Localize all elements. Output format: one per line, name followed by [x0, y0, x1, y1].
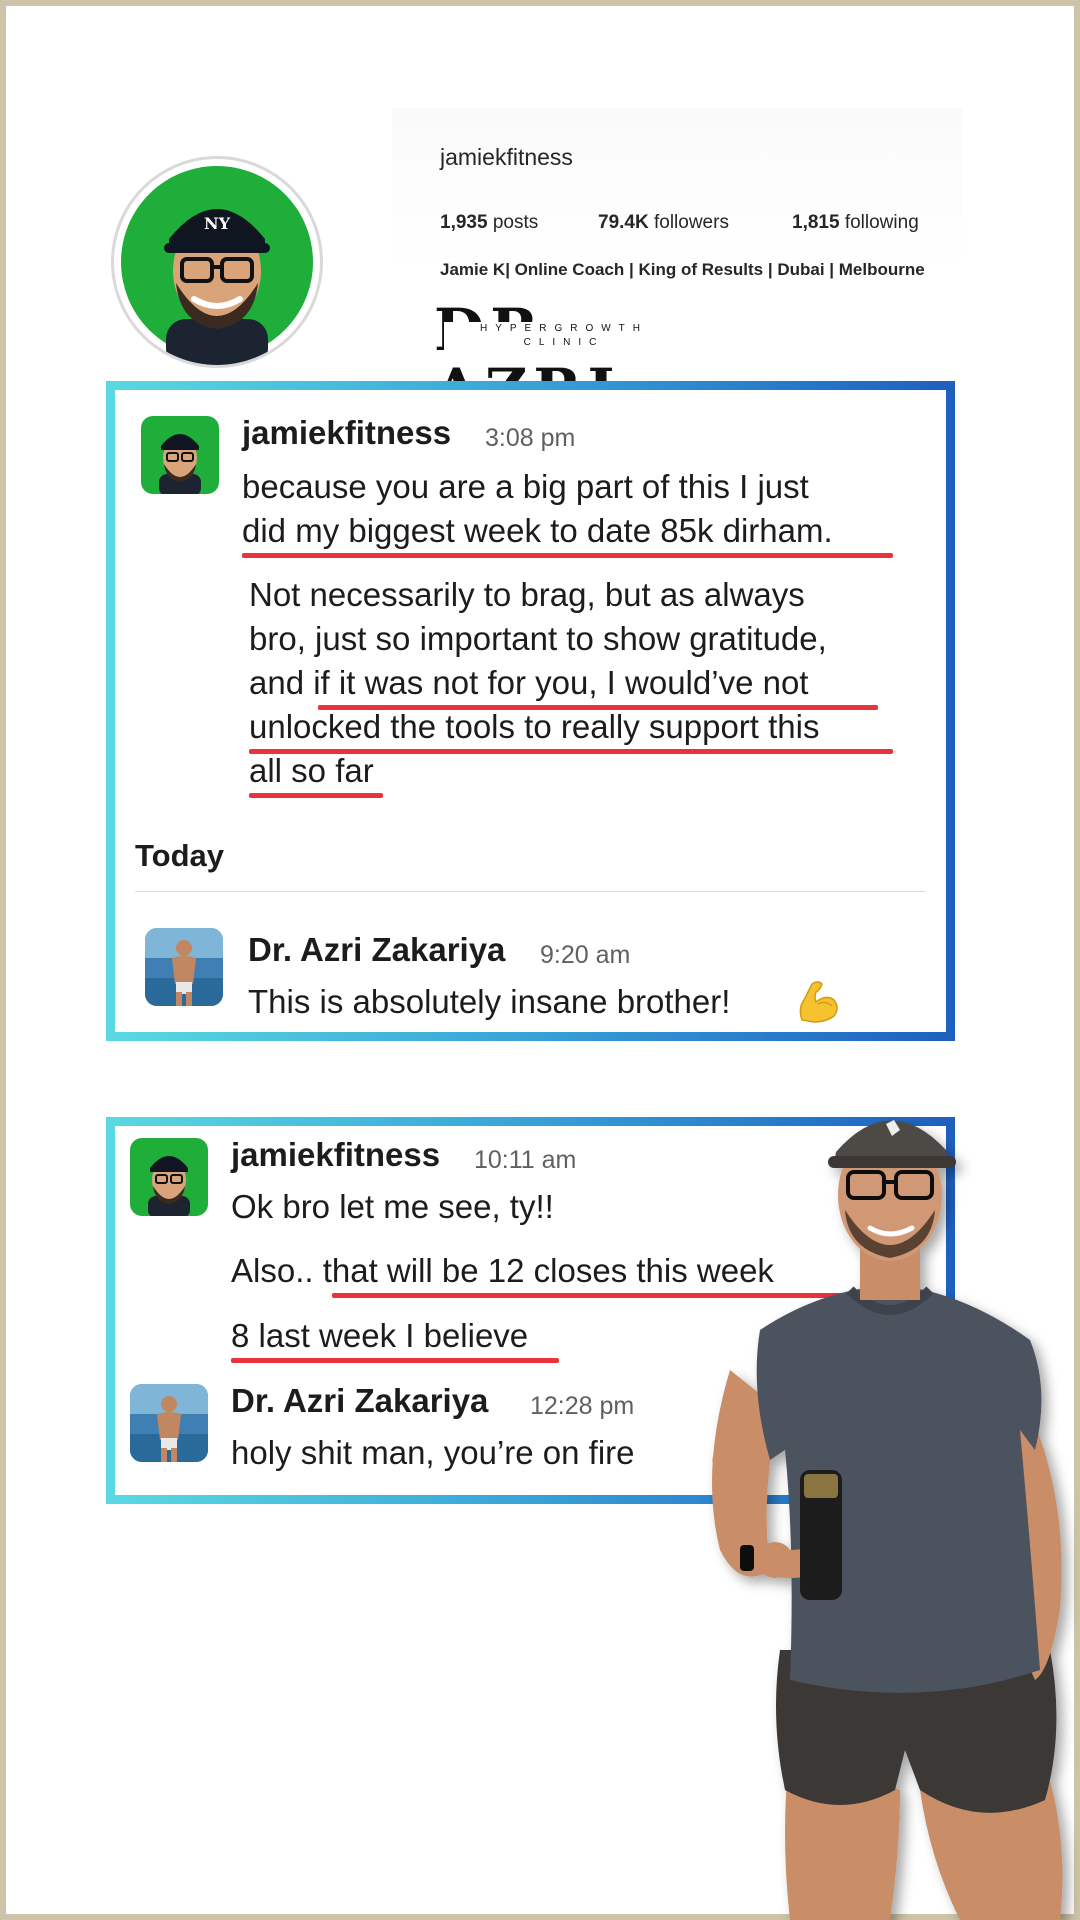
message-line: unlocked the tools to really support thi…	[249, 708, 820, 745]
person-photo	[712, 1120, 1063, 1920]
posts-label: posts	[492, 212, 539, 233]
message-sender[interactable]: Dr. Azri Zakariya	[231, 1382, 488, 1420]
message-time[interactable]: 12:28 pm	[530, 1392, 634, 1421]
chat-card-1: jamiekfitness 3:08 pm because you are a …	[106, 381, 955, 1041]
azri-avatar[interactable]	[145, 928, 223, 1006]
highlight-underline	[231, 1358, 559, 1363]
message-line: all so far	[249, 752, 374, 789]
azri-avatar[interactable]	[130, 1384, 208, 1462]
posts-stat[interactable]: 1,935 posts	[440, 212, 538, 234]
followers-stat[interactable]: 79.4K followers	[598, 212, 729, 234]
message-line: This is absolutely insane brother!	[248, 983, 731, 1020]
message-time[interactable]: 10:11 am	[474, 1146, 576, 1175]
date-divider-line	[135, 891, 925, 892]
message-line: 8 last week I believe	[231, 1317, 529, 1354]
profile-bio: Jamie K| Online Coach | King of Results …	[440, 260, 925, 279]
azri-avatar-image	[145, 928, 223, 1006]
profile-avatar[interactable]: NY	[114, 159, 320, 365]
message-sender[interactable]: Dr. Azri Zakariya	[248, 931, 505, 969]
dr-azri-logo: DR AZRI HYPERGROWTH CLINIC	[434, 300, 694, 410]
message-line: Also.. that will be 12 closes this week	[231, 1252, 774, 1289]
message-line: because you are a big part of this I jus…	[242, 468, 809, 505]
message-sender[interactable]: jamiekfitness	[231, 1136, 440, 1174]
following-count: 1,815	[792, 212, 840, 233]
message-line: Ok bro let me see, ty!!	[231, 1188, 554, 1225]
logo-subtitle: HYPERGROWTH CLINIC	[444, 322, 684, 350]
posts-count: 1,935	[440, 212, 488, 233]
following-label: following	[844, 212, 919, 233]
profile-username[interactable]: jamiekfitness	[440, 144, 573, 171]
azri-avatar-image	[130, 1384, 208, 1462]
highlight-underline	[249, 793, 383, 798]
jamie-avatar[interactable]	[130, 1138, 208, 1216]
message-line: did my biggest week to date 85k dirham.	[242, 512, 833, 549]
date-divider-label: Today	[135, 838, 224, 873]
message-line: Not necessarily to brag, but as always	[249, 576, 805, 613]
message-time[interactable]: 3:08 pm	[485, 424, 575, 453]
message-line: and if it was not for you, I would’ve no…	[249, 664, 809, 701]
message-line: bro, just so important to show gratitude…	[249, 620, 827, 657]
svg-text:NY: NY	[204, 214, 231, 233]
flexed-biceps-icon	[799, 981, 838, 1023]
followers-label: followers	[653, 212, 729, 233]
message-time[interactable]: 9:20 am	[540, 941, 630, 970]
profile-stats: 1,935 posts 79.4K followers 1,815 follow…	[440, 212, 960, 238]
jamie-avatar-image	[130, 1138, 208, 1216]
message-sender[interactable]: jamiekfitness	[242, 414, 451, 452]
followers-count: 79.4K	[598, 212, 649, 233]
highlight-underline	[242, 553, 893, 558]
jamie-avatar-image	[141, 416, 219, 494]
following-stat[interactable]: 1,815 following	[792, 212, 919, 234]
message-line: holy shit man, you’re on fire	[231, 1434, 635, 1471]
profile-avatar-image: NY	[121, 166, 313, 365]
jamie-avatar[interactable]	[141, 416, 219, 494]
chat-card-1-body: jamiekfitness 3:08 pm because you are a …	[115, 390, 946, 1032]
